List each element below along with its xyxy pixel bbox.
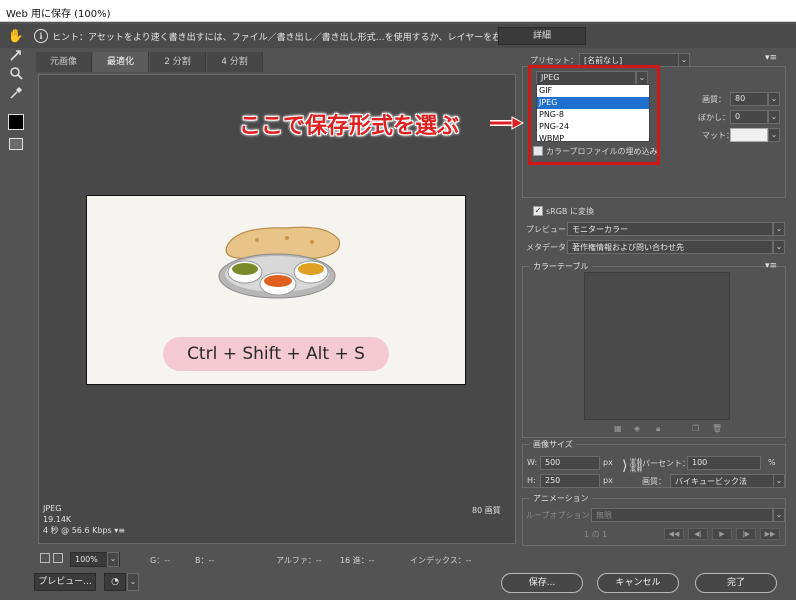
blur-label: ぼかし： [698,113,730,122]
width-label: W: [527,458,538,467]
matte-chevron-down-icon[interactable]: ⌄ [768,128,780,142]
first-frame-icon[interactable]: ◀◀ [664,528,684,540]
status-index: インデックス：-- [410,556,472,565]
percent-field[interactable]: 100 [687,456,761,470]
quality-chevron-down-icon[interactable]: ⌄ [768,92,780,106]
quality-label: 画質： [702,95,726,104]
image-size-title: 画像サイズ [530,439,576,450]
width-unit: px [603,458,613,467]
play-icon[interactable]: ▶ [712,528,732,540]
blur-field[interactable]: 0 [730,110,768,124]
cancel-button[interactable]: キャンセル [597,573,679,593]
done-button[interactable]: 完了 [695,573,777,593]
eyedropper-icon[interactable] [6,86,26,104]
save-button[interactable]: 保存... [501,573,583,593]
new-color-icon[interactable]: ❐ [692,424,699,433]
image-download-speed: 4 秒 @ 56.6 Kbps ▾≡ [43,526,125,535]
percent-unit: % [768,458,776,467]
browser-chevron-down-icon[interactable]: ⌄ [127,573,139,591]
web-shift-icon[interactable]: ◈ [634,424,640,433]
height-field[interactable]: 250 [540,474,600,488]
tab-optimized[interactable]: 最適化 [93,52,149,72]
zoom-chevron-down-icon[interactable]: ⌄ [107,552,119,567]
shortcut-pill: Ctrl + Shift + Alt + S [163,337,389,371]
last-frame-icon[interactable]: ▶▶ [760,528,780,540]
color-table-menu-icon[interactable]: ▾≡ [765,261,777,271]
next-frame-icon[interactable]: |▶ [736,528,756,540]
detail-button[interactable]: 詳細 [498,27,586,45]
preview-select[interactable]: モニターカラー [567,222,773,236]
image-filesize: 19.14K [43,515,72,524]
lock-color-icon[interactable]: 🔒︎ [656,424,660,434]
frame-counter: 1 の 1 [584,530,608,539]
blur-chevron-down-icon[interactable]: ⌄ [768,110,780,124]
slice-visibility-icon[interactable] [9,138,23,150]
zoom-out-icon[interactable] [40,553,50,563]
color-table-grid [584,272,730,420]
browser-preview-icon[interactable]: ◔ [104,573,126,591]
metadata-chevron-down-icon[interactable]: ⌄ [773,240,785,254]
resample-chevron-down-icon[interactable]: ⌄ [773,474,785,488]
preset-chevron-down-icon[interactable]: ⌄ [678,53,690,67]
loop-select[interactable]: 無限 [591,508,773,522]
metadata-select[interactable]: 著作権情報および問い合わせ先 [567,240,773,254]
callout-text: ここで保存形式を選ぶ [239,114,460,139]
matte-swatch[interactable] [730,128,768,142]
tab-original[interactable]: 元画像 [36,52,92,72]
height-unit: px [603,476,613,485]
info-icon: i [34,29,48,43]
height-label: H: [527,476,536,485]
loop-label: ループオプション： [526,511,598,520]
settings-menu-icon[interactable]: ▾≡ [765,53,777,63]
image-info: JPEG 19.14K 4 秒 @ 56.6 Kbps ▾≡ [43,503,125,536]
map-color-icon[interactable]: ▦ [614,424,622,433]
srgb-checkbox[interactable]: ✓ [533,206,543,216]
eyedropper-color-swatch[interactable] [8,114,24,130]
image-quality-info: 80 画質 [472,506,501,515]
tab-4up[interactable]: 4 分割 [207,52,263,72]
status-b: B：-- [195,556,215,565]
format-highlight-box [528,65,660,165]
prev-frame-icon[interactable]: ◀| [688,528,708,540]
delete-color-icon[interactable]: 🗑︎ [712,424,722,433]
resample-select[interactable]: バイキュービック法 [670,474,774,488]
quality-field[interactable]: 80 [730,92,768,106]
color-table-title: カラーテーブル [530,261,592,272]
loop-chevron-down-icon[interactable]: ⌄ [773,508,785,522]
status-g: G：-- [150,556,170,565]
percent-label: パーセント： [642,459,690,468]
width-field[interactable]: 500 [540,456,600,470]
hand-tool-icon[interactable]: ✋ [6,28,26,46]
srgb-label: sRGB に変換 [546,207,594,216]
window-title: Web 用に保存 (100%) [0,0,796,22]
resample-label: 画質： [642,477,666,486]
preview-chevron-down-icon[interactable]: ⌄ [773,222,785,236]
callout-arrow-icon [490,116,525,133]
tab-2up[interactable]: 2 分割 [150,52,206,72]
slice-select-icon[interactable] [6,48,26,66]
zoom-tool-icon[interactable] [6,66,26,84]
status-hex: 16 進：-- [340,556,375,565]
preview-button[interactable]: プレビュー... [34,573,96,591]
status-alpha: アルファ：-- [276,556,322,565]
zoom-in-icon[interactable] [53,553,63,563]
image-format: JPEG [43,504,62,513]
animation-title: アニメーション [530,493,592,504]
